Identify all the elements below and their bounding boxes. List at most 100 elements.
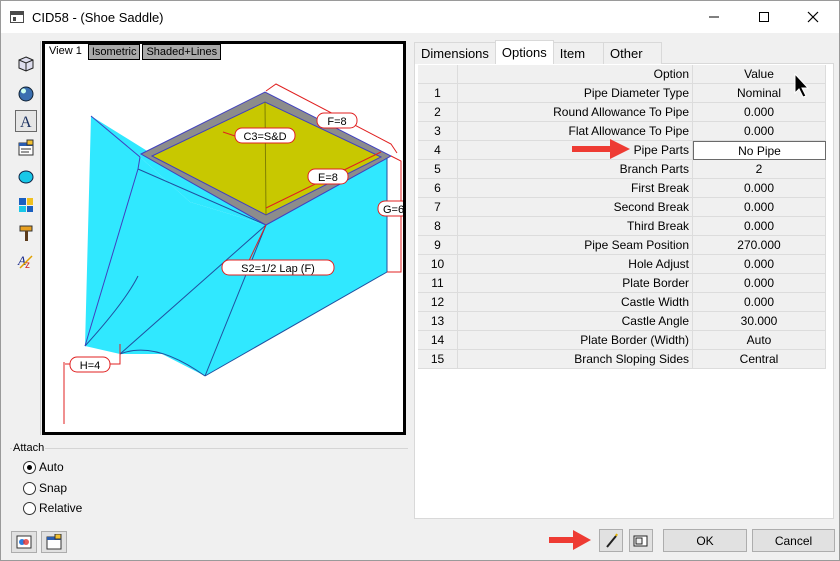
option-name-cell: Hole Adjust <box>458 255 693 274</box>
tab-options[interactable]: Options <box>494 40 554 64</box>
close-icon <box>807 11 819 23</box>
brush-icon <box>606 533 618 548</box>
tab-dimensions[interactable]: Dimensions <box>414 42 496 64</box>
option-name-cell: First Break <box>458 179 693 198</box>
table-row[interactable]: 2 Round Allowance To Pipe 0.000 <box>418 103 826 122</box>
option-value-cell[interactable]: Central <box>693 350 826 369</box>
attach-radio-auto[interactable]: Auto <box>23 460 64 474</box>
dimension-label-h[interactable]: H=4 <box>69 356 111 373</box>
option-value-cell[interactable]: 0.000 <box>693 255 826 274</box>
edit-brush-button[interactable] <box>599 529 623 552</box>
shoe-saddle-drawing[interactable]: C3=S&D F=8 E=8 G=6 S2=1/2 Lap (F) H=4 <box>45 44 403 432</box>
maximize-button[interactable] <box>741 1 787 33</box>
view-3d-button[interactable] <box>11 531 37 553</box>
table-row[interactable]: 7 Second Break 0.000 <box>418 198 826 217</box>
option-value-cell[interactable]: 0.000 <box>693 274 826 293</box>
option-name-cell: Round Allowance To Pipe <box>458 103 693 122</box>
text-style-button[interactable]: Az <box>15 250 37 272</box>
tab-item[interactable]: Item <box>552 42 605 64</box>
table-row[interactable]: 11 Plate Border 0.000 <box>418 274 826 293</box>
option-value-cell[interactable]: 0.000 <box>693 122 826 141</box>
value-edit-field[interactable]: No Pipe <box>693 141 826 160</box>
circle-shape-button[interactable] <box>15 166 37 188</box>
attach-label-relative: Relative <box>39 501 83 515</box>
attach-radio-snap[interactable]: Snap <box>23 481 67 495</box>
dimension-label-g[interactable]: G=6 <box>377 200 403 217</box>
text-annotation-button[interactable]: A <box>15 110 37 132</box>
radio-button-icon[interactable] <box>23 460 36 474</box>
option-name-cell: Branch Sloping Sides <box>458 350 693 369</box>
cancel-button[interactable]: Cancel <box>752 529 835 552</box>
row-number: 2 <box>418 103 458 122</box>
svg-text:C3=S&D: C3=S&D <box>243 131 286 143</box>
view-cube-button[interactable] <box>15 53 37 75</box>
table-row[interactable]: 15 Branch Sloping Sides Central <box>418 350 826 369</box>
option-name-cell: Third Break <box>458 217 693 236</box>
frame-icon <box>633 535 648 546</box>
table-row[interactable]: 9 Pipe Seam Position 270.000 <box>418 236 826 255</box>
property-tabs: Dimensions Options Item Other <box>414 40 662 64</box>
cube-icon <box>18 56 34 72</box>
row-number: 12 <box>418 293 458 312</box>
3d-view-icon <box>16 535 32 549</box>
row-number: 5 <box>418 160 458 179</box>
radio-button-icon[interactable] <box>23 481 36 495</box>
table-row[interactable]: 14 Plate Border (Width) Auto <box>418 331 826 350</box>
option-value-cell[interactable]: 0.000 <box>693 293 826 312</box>
view-tab-strip: View 1 Isometric Shaded+Lines <box>45 44 223 60</box>
table-row[interactable]: 13 Castle Angle 30.000 <box>418 312 826 331</box>
row-number: 1 <box>418 84 458 103</box>
dimension-label-f[interactable]: F=8 <box>316 112 358 129</box>
header-option[interactable]: Option <box>458 65 693 84</box>
option-value-cell[interactable]: 0.000 <box>693 198 826 217</box>
option-value-cell[interactable]: 0.000 <box>693 103 826 122</box>
app-window-icon <box>10 11 24 23</box>
dimension-label-c3[interactable]: C3=S&D <box>234 127 296 144</box>
view-fit-button[interactable] <box>629 529 653 552</box>
dimension-label-e[interactable]: E=8 <box>307 168 349 185</box>
table-row[interactable]: 6 First Break 0.000 <box>418 179 826 198</box>
grid-layout-icon <box>19 198 33 212</box>
option-value-cell[interactable]: 0.000 <box>693 217 826 236</box>
view-tab-isometric[interactable]: Isometric <box>87 44 141 60</box>
ok-button[interactable]: OK <box>663 529 747 552</box>
render-sphere-button[interactable] <box>15 83 37 105</box>
minimize-button[interactable] <box>691 1 737 33</box>
option-value-cell[interactable]: 270.000 <box>693 236 826 255</box>
radio-button-icon[interactable] <box>23 501 36 515</box>
dimension-label-s2[interactable]: S2=1/2 Lap (F) <box>221 259 335 276</box>
maximize-icon <box>759 12 769 22</box>
window-title: CID58 - (Shoe Saddle) <box>32 10 164 25</box>
table-row[interactable]: 5 Branch Parts 2 <box>418 160 826 179</box>
option-value-cell[interactable]: 0.000 <box>693 179 826 198</box>
row-number: 8 <box>418 217 458 236</box>
hammer-tool-button[interactable] <box>15 222 37 244</box>
table-row[interactable]: 12 Castle Width 0.000 <box>418 293 826 312</box>
row-number: 10 <box>418 255 458 274</box>
item-properties-button[interactable] <box>41 531 67 553</box>
highlight-arrow-icon <box>549 530 591 550</box>
row-number: 4 <box>418 141 458 160</box>
attach-legend: Attach <box>12 442 46 454</box>
properties-button[interactable] <box>15 137 37 159</box>
option-name-cell: Branch Parts <box>458 160 693 179</box>
tab-other[interactable]: Other <box>603 42 662 64</box>
attach-label-snap: Snap <box>39 481 68 495</box>
option-value-cell[interactable]: Auto <box>693 331 826 350</box>
close-button[interactable] <box>790 1 836 33</box>
left-toolbar: A Az <box>11 41 41 435</box>
svg-text:H=4: H=4 <box>80 360 101 372</box>
text-style-icon: Az <box>17 253 33 270</box>
view-tab-shaded-lines[interactable]: Shaded+Lines <box>142 44 222 60</box>
table-row[interactable]: 8 Third Break 0.000 <box>418 217 826 236</box>
row-number: 15 <box>418 350 458 369</box>
attach-radio-relative[interactable]: Relative <box>23 501 82 515</box>
view-tab-view1[interactable]: View 1 <box>45 44 86 60</box>
table-row[interactable]: 1 Pipe Diameter Type Nominal <box>418 84 826 103</box>
table-row[interactable]: 10 Hole Adjust 0.000 <box>418 255 826 274</box>
option-value-cell[interactable]: 2 <box>693 160 826 179</box>
layout-grid-button[interactable] <box>15 194 37 216</box>
title-bar: CID58 - (Shoe Saddle) <box>1 1 839 33</box>
option-value-cell[interactable]: 30.000 <box>693 312 826 331</box>
header-number <box>418 65 458 84</box>
